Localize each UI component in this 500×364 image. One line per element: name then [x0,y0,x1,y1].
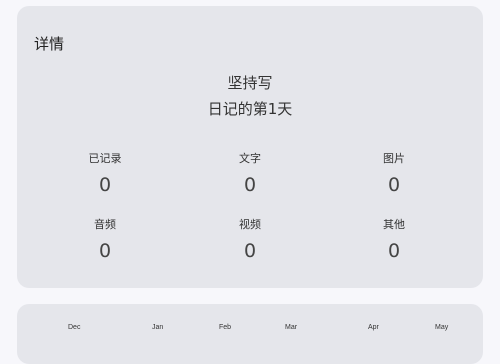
activity-heatmap-card: Dec Jan Feb Mar Apr May [17,304,483,364]
details-title: 详情 [34,35,65,53]
stat-images-label: 图片 [383,152,405,165]
heatmap-month-label: Jan [152,324,164,331]
streak-headline-line2: 日记的第1天 [207,100,293,118]
stat-recorded-label: 已记录 [88,152,122,165]
stat-other-label: 其他 [383,218,405,231]
stat-video-value: 0 [243,240,257,262]
details-card: 详情 坚持写 日记的第1天 已记录 0 文字 0 图片 0 音频 0 视频 0 … [17,6,483,288]
stat-video-label: 视频 [239,218,261,231]
stat-other-value: 0 [387,240,401,262]
heatmap-month-label: May [435,324,449,331]
stat-images-value: 0 [387,174,401,196]
stat-images: 图片 0 [334,151,454,196]
stat-text: 文字 0 [190,151,310,196]
stat-audio: 音频 0 [45,217,165,262]
stat-video: 视频 0 [190,217,310,262]
heatmap-month-label: Feb [219,324,232,331]
heatmap-month-label: Apr [368,324,379,331]
stat-recorded: 已记录 0 [45,151,165,196]
heatmap-month-label: Dec [68,324,81,331]
stat-audio-value: 0 [98,240,112,262]
streak-headline-line1: 坚持写 [227,74,273,92]
stat-text-label: 文字 [239,152,261,165]
stat-recorded-value: 0 [98,174,112,196]
stat-text-value: 0 [243,174,257,196]
heatmap-month-label: Mar [285,324,298,331]
stat-audio-label: 音频 [94,218,116,231]
stat-other: 其他 0 [334,217,454,262]
